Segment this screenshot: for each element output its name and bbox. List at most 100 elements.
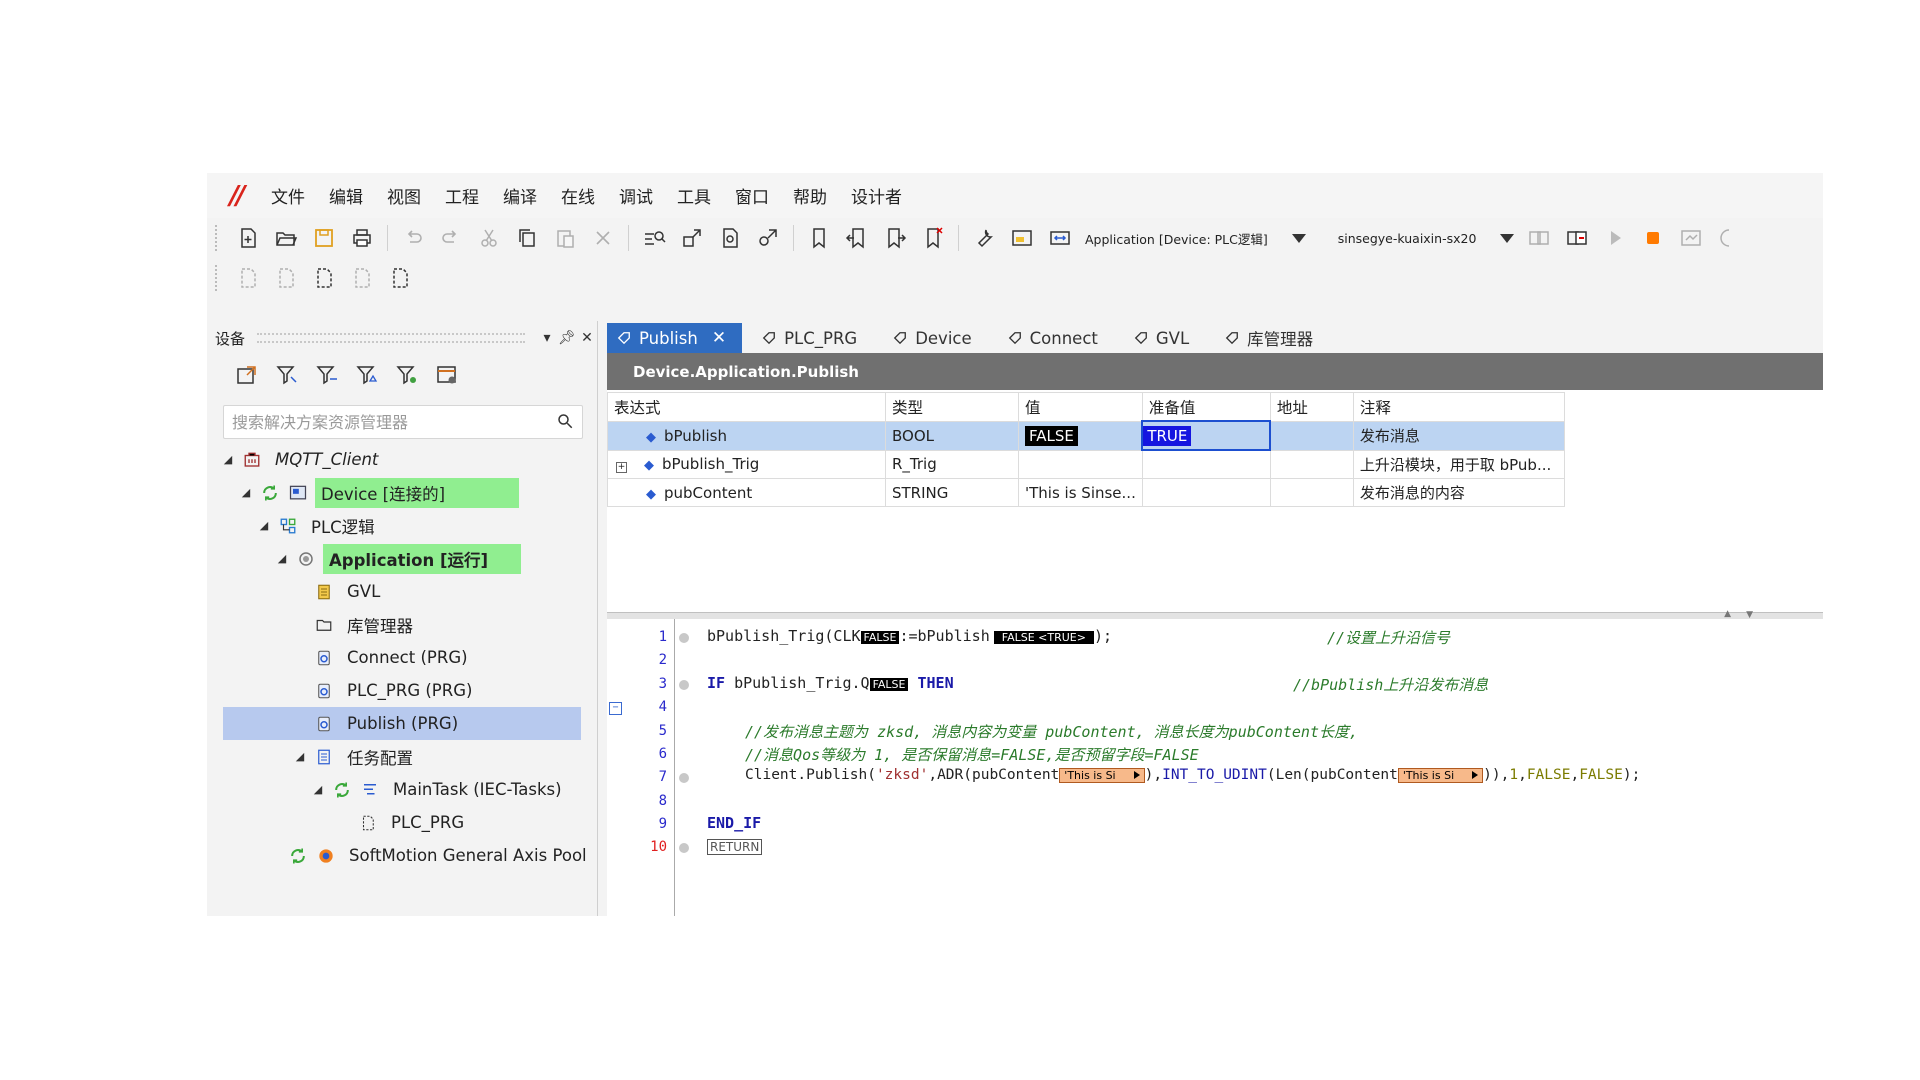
tab-connect[interactable]: Connect	[998, 323, 1114, 353]
chevron-down-icon[interactable]	[1500, 233, 1515, 243]
cross-reference-icon[interactable]	[679, 225, 705, 251]
column-header-comment[interactable]: 注释	[1352, 392, 1565, 422]
tree-item-application[interactable]: ◢ Application [运行]	[207, 542, 597, 575]
monitor-value[interactable]: FALSE	[860, 631, 900, 644]
monitor-value[interactable]: FALSE	[869, 678, 909, 691]
filter-icon[interactable]	[314, 362, 340, 388]
browse-icon[interactable]	[717, 225, 743, 251]
tree-item-main-task-plc-prg[interactable]: PLC_PRG	[207, 806, 597, 839]
paste-icon[interactable]	[552, 225, 578, 251]
tree-item-device[interactable]: ◢ Device [连接的]	[207, 476, 597, 509]
expand-arrow-icon[interactable]: ◢	[275, 552, 289, 565]
tree-item-mqtt-client[interactable]: ◢ MQTT_Client	[207, 443, 597, 476]
expand-arrow-icon[interactable]: ◢	[293, 750, 307, 763]
logout-icon[interactable]	[1564, 225, 1590, 251]
wrench-icon[interactable]	[971, 225, 997, 251]
collapse-up-icon[interactable]: ▲	[1724, 609, 1731, 619]
filter-icon[interactable]	[394, 362, 420, 388]
redo-icon[interactable]	[438, 225, 464, 251]
breakpoint-marker[interactable]	[679, 680, 689, 690]
monitor-value[interactable]: FALSE <TRUE>	[993, 631, 1094, 644]
column-header-address[interactable]: 地址	[1269, 392, 1354, 422]
stop-icon[interactable]	[1640, 225, 1666, 251]
table-row[interactable]: ◆ pubContent STRING 'This is Sinse... 发布消…	[607, 478, 1565, 507]
delete-icon[interactable]	[590, 225, 616, 251]
undo-icon[interactable]	[400, 225, 426, 251]
expand-arrow-icon[interactable]: ◢	[239, 486, 253, 499]
expand-plus-icon[interactable]: +	[616, 462, 627, 474]
column-header-type[interactable]: 类型	[885, 392, 1019, 422]
panel-menu-icon[interactable]: ▾	[537, 330, 557, 346]
prepared-value-cell[interactable]	[1141, 478, 1271, 507]
tree-item-publish[interactable]: Publish (PRG)	[223, 707, 581, 740]
close-tab-icon[interactable]: ✕	[712, 328, 726, 348]
menu-edit[interactable]: 编辑	[317, 183, 375, 208]
tree-item-plc-prg[interactable]: PLC_PRG (PRG)	[207, 674, 597, 707]
bookmark-icon[interactable]	[806, 225, 832, 251]
prepared-value-cell[interactable]: TRUE	[1141, 420, 1272, 451]
expand-triangle-icon[interactable]	[1472, 771, 1479, 779]
gateway-selector[interactable]: sinsegye-kuaixin-sx20	[1332, 225, 1521, 251]
expression-cell[interactable]: ◆ pubContent	[607, 478, 886, 507]
column-header-value[interactable]: 值	[1018, 392, 1143, 422]
code-editor[interactable]: 1 2 3 4 5 6 7 8 9 10 − bPublish_Trig(CLK…	[607, 619, 1823, 916]
fold-toggle-icon[interactable]: −	[609, 702, 622, 715]
print-icon[interactable]	[349, 225, 375, 251]
toolbar-grip[interactable]	[215, 225, 223, 251]
tree-item-library-manager[interactable]: 库管理器	[207, 608, 597, 641]
table-row[interactable]: + ◆ bPublish_Trig R_Trig 上升沿模块，用于取 bPub...	[607, 449, 1565, 479]
filter-icon[interactable]	[274, 362, 300, 388]
breakpoint-marker[interactable]	[679, 843, 689, 853]
column-header-prepared-value[interactable]: 准备值	[1141, 392, 1271, 422]
expand-triangle-icon[interactable]	[1133, 771, 1140, 779]
export-icon[interactable]	[234, 362, 260, 388]
menu-online[interactable]: 在线	[549, 183, 607, 208]
pin-icon[interactable]: 📌︎	[557, 330, 577, 346]
menu-tools[interactable]: 工具	[665, 183, 723, 208]
search-input[interactable]	[224, 406, 534, 438]
previous-bookmark-icon[interactable]	[844, 225, 870, 251]
settings-window-icon[interactable]	[434, 362, 460, 388]
tab-device[interactable]: Device	[883, 323, 987, 353]
menu-build[interactable]: 编译	[491, 183, 549, 208]
tree-item-task-config[interactable]: ◢ 任务配置	[207, 740, 597, 773]
panel-drag-handle[interactable]	[257, 333, 525, 343]
menu-project[interactable]: 工程	[433, 183, 491, 208]
menu-window[interactable]: 窗口	[723, 183, 781, 208]
find-replace-icon[interactable]	[641, 225, 667, 251]
application-selector[interactable]: Application [Device: PLC逻辑]	[1079, 225, 1312, 251]
copy-icon[interactable]	[514, 225, 540, 251]
table-row[interactable]: ◆ bPublish BOOL FALSE TRUE 发布消息	[607, 420, 1565, 451]
start-icon[interactable]	[1602, 225, 1628, 251]
expand-arrow-icon[interactable]: ◢	[311, 783, 325, 796]
tab-gvl[interactable]: GVL	[1124, 323, 1205, 353]
page-icon[interactable]	[273, 265, 299, 291]
reset-icon[interactable]	[1678, 225, 1704, 251]
menu-help[interactable]: 帮助	[781, 183, 839, 208]
visualization-icon[interactable]	[1009, 225, 1035, 251]
monitor-value[interactable]: 'This is Si	[1397, 768, 1484, 783]
tab-library-manager[interactable]: 库管理器	[1215, 323, 1329, 353]
monitor-value[interactable]: 'This is Si	[1059, 768, 1145, 783]
page-icon[interactable]	[311, 265, 337, 291]
tree-item-plc-logic[interactable]: ◢ PLC逻辑	[207, 509, 597, 542]
next-bookmark-icon[interactable]	[882, 225, 908, 251]
tab-publish[interactable]: Publish ✕	[607, 323, 743, 353]
column-header-expression[interactable]: 表达式	[607, 392, 886, 422]
search-icon[interactable]	[556, 412, 574, 434]
tree-item-main-task[interactable]: ◢ MainTask (IEC-Tasks)	[207, 773, 597, 806]
connection-mapping-icon[interactable]	[1047, 225, 1073, 251]
page-icon[interactable]	[235, 265, 261, 291]
page-icon[interactable]	[349, 265, 375, 291]
toolbar-grip[interactable]	[215, 265, 223, 291]
chevron-down-icon[interactable]	[1291, 233, 1306, 243]
menu-file[interactable]: 文件	[259, 183, 317, 208]
breakpoint-marker[interactable]	[679, 633, 689, 643]
page-icon[interactable]	[387, 265, 413, 291]
expression-cell[interactable]: ◆ bPublish	[607, 420, 886, 451]
tab-plc-prg[interactable]: PLC_PRG	[752, 323, 873, 353]
menu-debug[interactable]: 调试	[607, 183, 665, 208]
cut-icon[interactable]	[476, 225, 502, 251]
new-file-icon[interactable]	[235, 225, 261, 251]
menu-view[interactable]: 视图	[375, 183, 433, 208]
